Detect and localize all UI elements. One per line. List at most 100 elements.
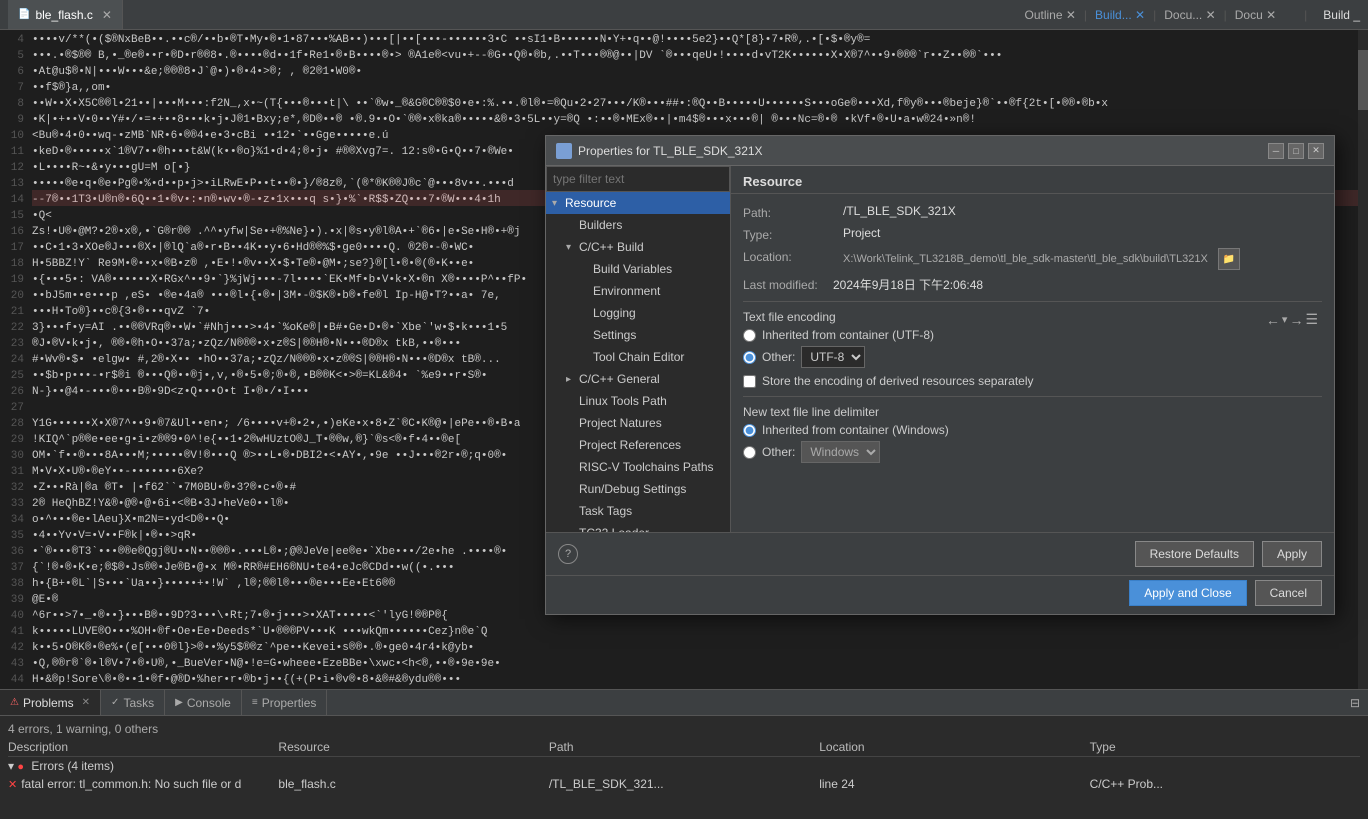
console-icon: ▶ [175, 697, 183, 708]
tree-item-builders[interactable]: Builders [546, 214, 730, 236]
encoding-checkbox[interactable] [743, 375, 756, 388]
col-resource: Resource [278, 740, 548, 754]
encoding-select[interactable]: UTF-8 [801, 346, 865, 368]
apply-button[interactable]: Apply [1262, 541, 1322, 567]
tree-item-risc-v-toolchains-paths[interactable]: RISC-V Toolchains Paths [546, 456, 730, 478]
close-button[interactable]: ✕ [1308, 143, 1324, 159]
filter-input[interactable] [546, 166, 730, 192]
encoding-other-label: Other: [762, 350, 795, 364]
tab-console[interactable]: ▶ Console [165, 690, 242, 715]
encoding-section-label: Text file encoding [743, 310, 1322, 324]
tree-item-task-tags[interactable]: Task Tags [546, 500, 730, 522]
delimiter-inherited-radio[interactable] [743, 424, 756, 437]
tree-arrow-icon: ▾ [552, 198, 562, 209]
dialog-controls: ─ □ ✕ [1268, 143, 1324, 159]
editor-line: 42k••5•O®K®•®e%•(e[•••0®l}>®••%y5$®®z`^p… [0, 640, 1368, 656]
path-label: Path: [743, 204, 843, 220]
col-description: Description [8, 740, 278, 754]
editor-line: 5•••.•®$®® B,•_®e®••r•®D•r®®8•.®••••®d••… [0, 48, 1368, 64]
tab-tasks[interactable]: ✓ Tasks [101, 690, 165, 715]
maximize-button[interactable]: □ [1288, 143, 1304, 159]
type-row: Type: Project [743, 226, 1322, 242]
tree-item-label: Builders [579, 218, 622, 232]
tree-item-run/debug-settings[interactable]: Run/Debug Settings [546, 478, 730, 500]
editor-line: 44H•&®p!Sore\®•®••1•®f•@®D•%her•r•®b•j••… [0, 672, 1368, 688]
problems-icon: ⚠ [10, 697, 19, 708]
nav-back-icon[interactable]: ← [1266, 312, 1280, 328]
resource-body: ← ▾ → ☰ Path: /TL_BLE_SDK_321X Type: Pro… [731, 194, 1334, 532]
editor-line: 41k•••••LUVE®O•••%OH•®f•Oe•Ee•Deeds*`U•®… [0, 624, 1368, 640]
tab-problems[interactable]: ⚠ Problems ✕ [0, 690, 101, 715]
tree-item-label: C/C++ Build [579, 240, 644, 254]
delimiter-radio-group: Inherited from container (Windows) Other… [743, 423, 1322, 463]
delimiter-other-row: Other: Windows [743, 441, 1322, 463]
dialog-footer: ? Restore Defaults Apply [546, 532, 1334, 575]
editor-line: 9•K|•+••V•0••Y#•/•=•+••8•••k•j•J®1•Bxy;e… [0, 112, 1368, 128]
path-row: Path: /TL_BLE_SDK_321X [743, 204, 1322, 220]
encoding-inherited-radio[interactable] [743, 329, 756, 342]
minimize-button[interactable]: ─ [1268, 143, 1284, 159]
tree-item-linux-tools-path[interactable]: Linux Tools Path [546, 390, 730, 412]
outline-tab[interactable]: Outline ✕ [1024, 8, 1075, 22]
delimiter-select[interactable]: Windows [801, 441, 880, 463]
tree-item-label: RISC-V Toolchains Paths [579, 460, 714, 474]
table-header: Description Resource Path Location Type [8, 738, 1360, 757]
filter-button[interactable]: ⊟ [1342, 690, 1368, 715]
error-row-1[interactable]: ✕fatal error: tl_common.h: No such file … [8, 775, 1360, 793]
tree-item-project-references[interactable]: Project References [546, 434, 730, 456]
editor-line: 43•Q,®®r®`®•l®V•7•®•U®,•_BueVer•N@•!e=G•… [0, 656, 1368, 672]
cancel-button[interactable]: Cancel [1255, 580, 1322, 606]
col-path: Path [549, 740, 819, 754]
nav-dropdown-icon[interactable]: ▾ [1282, 313, 1288, 326]
delimiter-other-label: Other: [762, 445, 795, 459]
tab-properties[interactable]: ≡ Properties [242, 690, 328, 715]
delimiter-section-label: New text file line delimiter [743, 405, 1322, 419]
tab-ble-flash[interactable]: 📄 ble_flash.c ✕ [8, 0, 123, 29]
tab-problems-label: Problems [23, 696, 74, 710]
build-tab[interactable]: Build... ✕ [1095, 8, 1145, 22]
tab-ble-flash-label: ble_flash.c [35, 8, 92, 22]
tree-item-logging[interactable]: Logging [546, 302, 730, 324]
properties-dialog: Properties for TL_BLE_SDK_321X ─ □ ✕ ▾Re… [545, 135, 1335, 615]
resource-header: Resource [731, 166, 1334, 194]
vertical-scrollbar[interactable] [1358, 30, 1368, 689]
tree-item-project-natures[interactable]: Project Natures [546, 412, 730, 434]
tree-arrow-icon: ▸ [566, 374, 576, 385]
tree-item-tool-chain-editor[interactable]: Tool Chain Editor [546, 346, 730, 368]
tree-item-build-variables[interactable]: Build Variables [546, 258, 730, 280]
path-value: /TL_BLE_SDK_321X [843, 204, 1322, 218]
encoding-inherited-row: Inherited from container (UTF-8) [743, 328, 1322, 342]
nav-menu-icon[interactable]: ☰ [1305, 311, 1318, 328]
tree-item-label: Build Variables [593, 262, 672, 276]
help-button[interactable]: ? [558, 544, 578, 564]
nav-forward-icon[interactable]: → [1289, 312, 1303, 328]
properties-tab-icon: ≡ [252, 697, 258, 708]
modified-row: Last modified: 2024年9月18日 下午2:06:48 [743, 276, 1322, 293]
docu-tab1[interactable]: Docu... ✕ [1164, 8, 1215, 22]
tree-item-tc32-loader[interactable]: TC32 Loader [546, 522, 730, 532]
tree-item-c/c++-general[interactable]: ▸C/C++ General [546, 368, 730, 390]
top-bar: 📄 ble_flash.c ✕ Outline ✕ | Build... ✕ |… [0, 0, 1368, 30]
dialog-footer-bottom: Apply and Close Cancel [546, 575, 1334, 614]
delimiter-inherited-label: Inherited from container (Windows) [762, 423, 949, 437]
modified-value: 2024年9月18日 下午2:06:48 [833, 276, 1322, 293]
bottom-tabs: ⚠ Problems ✕ ✓ Tasks ▶ Console ≡ Propert… [0, 690, 1368, 716]
tree-item-settings[interactable]: Settings [546, 324, 730, 346]
tab-problems-close[interactable]: ✕ [82, 697, 90, 708]
close-tab-icon[interactable]: ✕ [102, 8, 112, 22]
delimiter-other-radio[interactable] [743, 446, 756, 459]
encoding-other-radio[interactable] [743, 351, 756, 364]
build-menu[interactable]: Build _ [1323, 8, 1360, 22]
apply-close-button[interactable]: Apply and Close [1129, 580, 1246, 606]
restore-defaults-button[interactable]: Restore Defaults [1135, 541, 1254, 567]
docu-tab2[interactable]: Docu ✕ [1235, 8, 1276, 22]
tree-item-environment[interactable]: Environment [546, 280, 730, 302]
dialog-body: ▾ResourceBuilders▾C/C++ BuildBuild Varia… [546, 166, 1334, 532]
tree-item-label: Project Natures [579, 416, 662, 430]
location-value: X:\Work\Telink_TL3218B_demo\tl_ble_sdk-m… [843, 248, 1322, 270]
footer-left: ? [558, 544, 578, 564]
location-browse-icon[interactable]: 📁 [1218, 248, 1240, 270]
tree-item-c/c++-build[interactable]: ▾C/C++ Build [546, 236, 730, 258]
tree-item-label: C/C++ General [579, 372, 660, 386]
tree-item-resource[interactable]: ▾Resource [546, 192, 730, 214]
